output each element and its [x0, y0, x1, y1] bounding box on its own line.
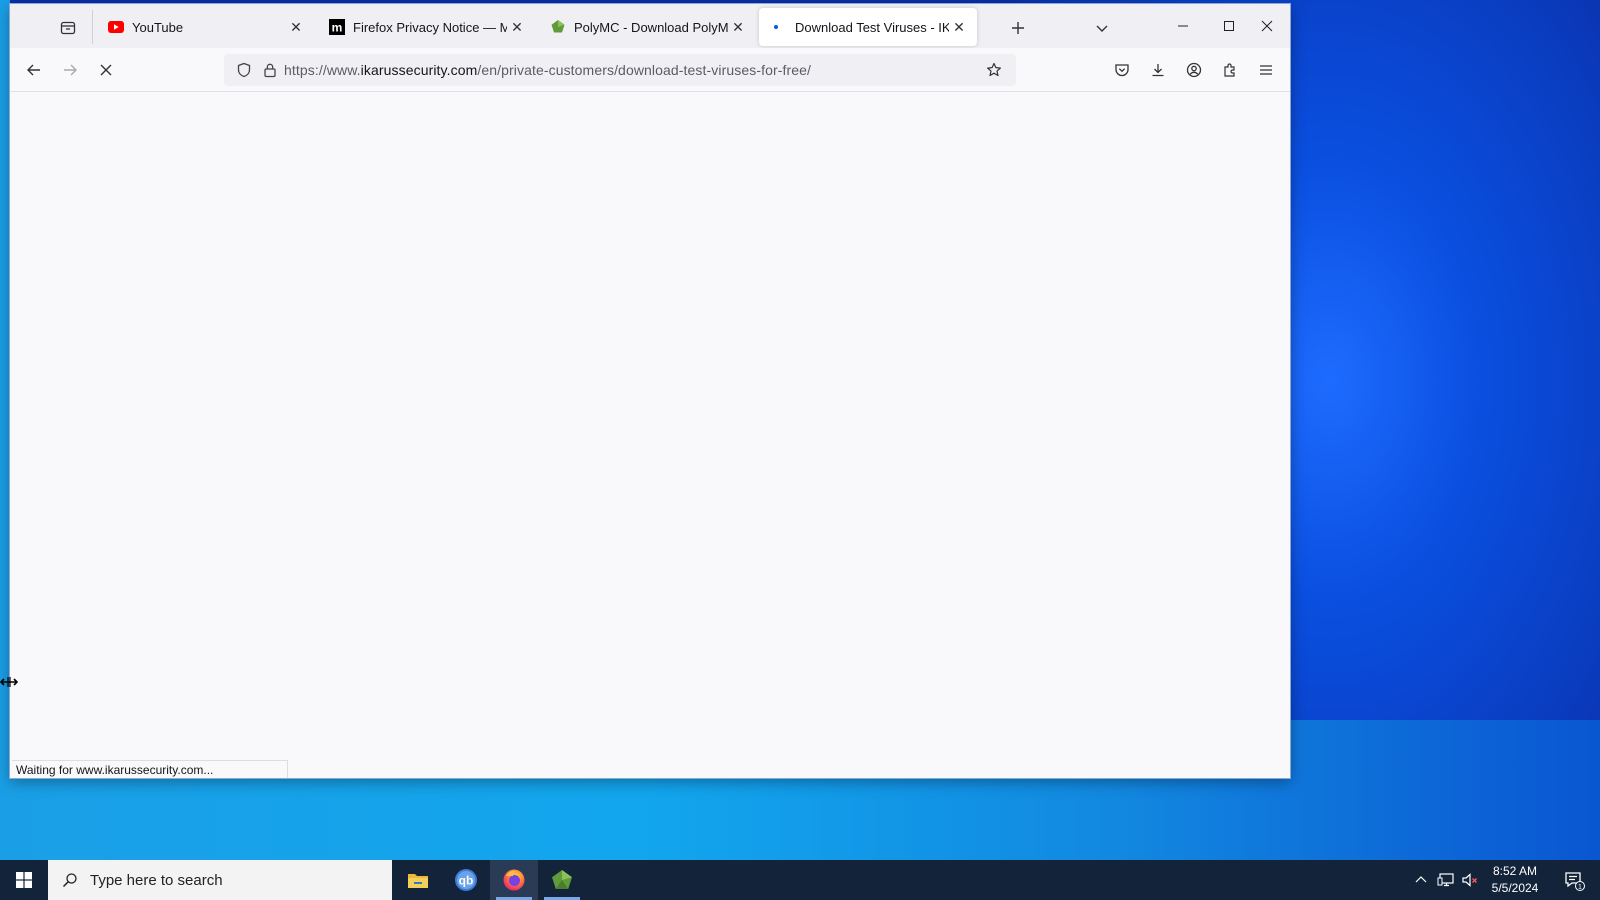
svg-text:qb: qb	[459, 874, 474, 888]
tab-ikarus-active[interactable]: Download Test Viruses - IKARUS ✕	[759, 8, 977, 46]
tab-youtube[interactable]: YouTube ✕	[96, 8, 314, 46]
download-icon	[1152, 64, 1164, 77]
taskbar-polymc[interactable]	[538, 860, 586, 900]
url-path: /en/private-customers/download-test-viru…	[477, 62, 812, 78]
puzzle-icon	[1224, 63, 1235, 77]
firefox-view-button[interactable]	[56, 16, 80, 40]
bookmark-star-icon[interactable]	[984, 60, 1004, 80]
pocket-icon	[1115, 64, 1129, 77]
taskbar-search-box[interactable]: Type here to search	[48, 860, 392, 900]
account-icon	[1186, 62, 1202, 78]
lock-icon[interactable]	[260, 60, 280, 80]
polymc-icon	[550, 19, 566, 35]
pocket-button[interactable]	[1108, 56, 1136, 84]
show-hidden-icons-button[interactable]	[1410, 860, 1432, 900]
tracking-protection-shield-icon[interactable]	[234, 60, 254, 80]
loading-dot-icon	[771, 19, 787, 35]
app-menu-button[interactable]	[1252, 56, 1280, 84]
status-panel: Waiting for www.ikarussecurity.com...	[12, 760, 288, 778]
hamburger-menu-icon	[1260, 65, 1272, 75]
url-text[interactable]: https://www.ikarussecurity.com/en/privat…	[284, 62, 811, 78]
taskbar-file-explorer[interactable]	[394, 860, 442, 900]
maximize-icon	[1224, 21, 1234, 31]
firefox-icon	[503, 869, 525, 891]
downloads-button[interactable]	[1144, 56, 1172, 84]
tab-title: Firefox Privacy Notice — Mozilla	[353, 19, 507, 35]
svg-text:m: m	[332, 21, 343, 35]
arrow-left-icon	[27, 64, 40, 76]
clock-time: 8:52 AM	[1492, 864, 1538, 878]
search-icon	[60, 870, 80, 890]
stop-x-icon	[100, 64, 112, 76]
network-icon	[1437, 873, 1454, 887]
system-clock[interactable]: 8:52 AM 5/5/2024	[1480, 863, 1550, 897]
minimize-button[interactable]	[1160, 4, 1206, 48]
tab-title: Download Test Viruses - IKARUS	[795, 19, 949, 35]
page-content-area[interactable]	[10, 92, 1290, 778]
volume-button[interactable]	[1458, 860, 1482, 900]
tab-bar: YouTube ✕ m Firefox Privacy Notice — Moz…	[10, 4, 1290, 48]
url-prefix: https://www.	[284, 62, 361, 78]
volume-muted-icon	[1462, 873, 1477, 887]
tab-title: YouTube	[132, 19, 184, 35]
resize-cursor-icon	[0, 677, 18, 687]
extensions-button[interactable]	[1216, 56, 1244, 84]
action-center-button[interactable]: 1	[1556, 860, 1592, 900]
taskbar-qbittorrent[interactable]: qb	[442, 860, 490, 900]
list-all-tabs-button[interactable]	[1090, 16, 1114, 40]
chevron-down-icon	[1096, 25, 1108, 32]
taskbar: Type here to search qb 8:52 AM 5/5/2024 …	[0, 860, 1600, 900]
back-button[interactable]	[20, 56, 48, 84]
windows-logo-icon	[16, 872, 32, 888]
notification-count: 1	[1578, 884, 1582, 891]
chevron-up-icon	[1415, 876, 1427, 883]
start-button[interactable]	[0, 860, 48, 900]
close-tab-icon[interactable]: ✕	[949, 17, 969, 37]
close-icon	[1261, 20, 1273, 32]
polymc-icon	[552, 870, 572, 889]
tab-title: PolyMC - Download PolyMC for	[574, 19, 728, 35]
youtube-icon	[108, 19, 124, 35]
close-tab-icon[interactable]: ✕	[728, 17, 748, 37]
browser-window: YouTube ✕ m Firefox Privacy Notice — Moz…	[10, 4, 1290, 778]
forward-button[interactable]	[56, 56, 84, 84]
navigation-toolbar: https://www.ikarussecurity.com/en/privat…	[10, 48, 1290, 92]
firefox-view-icon	[60, 21, 76, 35]
search-placeholder: Type here to search	[90, 871, 223, 889]
tab-separator	[92, 10, 93, 44]
file-explorer-icon	[408, 874, 428, 888]
minimize-icon	[1178, 25, 1188, 27]
stop-loading-button[interactable]	[92, 56, 120, 84]
close-window-button[interactable]	[1244, 4, 1290, 48]
url-host: ikarussecurity.com	[360, 62, 478, 78]
taskbar-firefox[interactable]	[490, 860, 538, 900]
tab-firefox-privacy[interactable]: m Firefox Privacy Notice — Mozilla ✕	[317, 8, 535, 46]
network-status-button[interactable]	[1434, 860, 1458, 900]
qbittorrent-icon: qb	[455, 869, 477, 891]
plus-icon	[1012, 22, 1024, 34]
notification-icon: 1	[1565, 872, 1585, 891]
clock-date: 5/5/2024	[1491, 881, 1539, 895]
arrow-right-icon	[64, 64, 77, 76]
close-tab-icon[interactable]: ✕	[286, 17, 306, 37]
close-tab-icon[interactable]: ✕	[507, 17, 527, 37]
url-bar[interactable]: https://www.ikarussecurity.com/en/privat…	[224, 54, 1016, 86]
desktop-background-edge	[0, 0, 10, 780]
account-button[interactable]	[1180, 56, 1208, 84]
new-tab-button[interactable]	[1006, 16, 1030, 40]
mozilla-m-icon: m	[329, 19, 345, 35]
tab-polymc[interactable]: PolyMC - Download PolyMC for ✕	[538, 8, 756, 46]
